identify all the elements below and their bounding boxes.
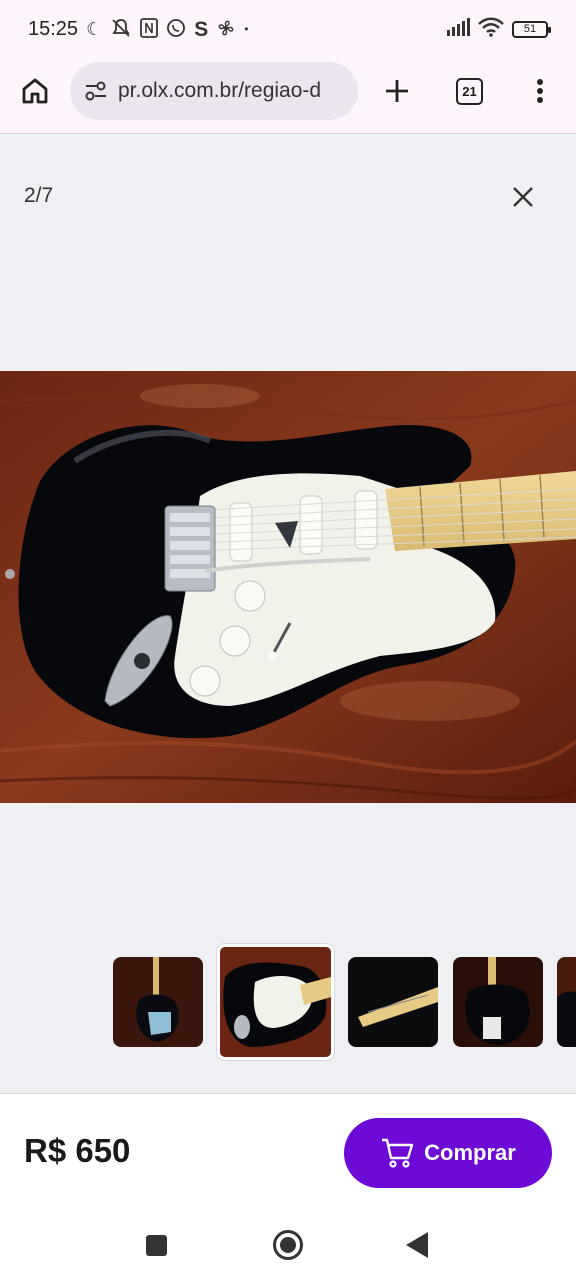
moon-icon: ☾ [86,19,103,39]
recents-button[interactable] [146,1235,167,1256]
thumbnail-image [348,957,438,1047]
home-button[interactable] [18,74,52,108]
site-settings-icon[interactable] [84,80,108,102]
dot-icon: • [244,22,249,36]
thumbnail-2[interactable] [217,944,334,1060]
new-tab-button[interactable] [380,74,414,108]
thumbnail-image [220,947,331,1057]
thumbnail-image [113,957,203,1047]
address-bar[interactable]: pr.olx.com.br/regiao-d [70,62,358,120]
guitar-photo [0,371,576,803]
status-bar: 15:25 ☾ S • 51 [0,0,576,58]
toolbar-divider [0,133,576,134]
status-time: 15:25 [28,17,79,40]
thumbnail-5[interactable] [557,957,576,1047]
battery-level: 51 [523,23,537,35]
battery-icon: 51 [512,20,551,38]
wifi-icon [478,17,504,42]
thumbnail-image [453,957,543,1047]
browser-toolbar: pr.olx.com.br/regiao-d 21 [0,58,576,134]
more-vert-icon [537,79,543,103]
signal-icon [446,17,470,41]
tab-count: 21 [462,84,477,99]
nfc-icon [140,17,159,41]
thumbnail-1[interactable] [113,957,203,1047]
close-gallery-button[interactable] [508,182,538,212]
back-button[interactable] [406,1232,428,1258]
browser-menu-button[interactable] [525,74,555,108]
thumbnail-3[interactable] [348,957,438,1047]
cart-icon [382,1138,414,1168]
main-product-image[interactable] [0,371,576,803]
url-text[interactable]: pr.olx.com.br/regiao-d [118,79,321,103]
mute-icon [110,18,132,41]
home-nav-button[interactable] [273,1230,303,1260]
home-icon [22,78,48,104]
thumbnail-4[interactable] [453,957,543,1047]
tab-switcher-button[interactable]: 21 [456,78,483,105]
fan-icon [216,18,236,41]
system-nav-bar [0,1211,576,1280]
close-icon [513,187,533,207]
product-price: R$ 650 [24,1132,131,1169]
buy-button-label: Comprar [424,1140,516,1165]
image-counter: 2/7 [24,184,54,207]
home-nav-icon [280,1237,296,1253]
buy-button[interactable]: Comprar [344,1118,552,1188]
thumbnail-image [557,957,576,1047]
purchase-bar: R$ 650 Comprar [0,1093,576,1211]
s-app-icon: S [194,17,209,41]
plus-icon [386,80,408,102]
whatsapp-icon [166,18,186,41]
